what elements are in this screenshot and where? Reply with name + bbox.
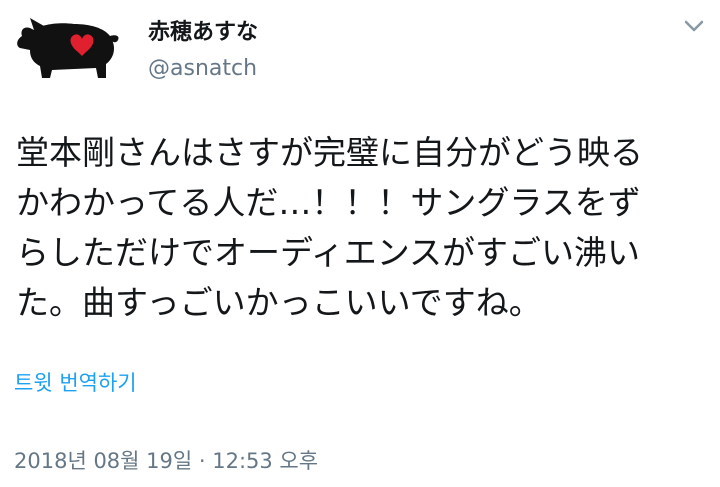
tweet-timestamp[interactable]: 2018년 08월 19일 · 12:53 오후 — [14, 447, 318, 475]
translate-tweet-link[interactable]: 트윗 번역하기 — [14, 369, 137, 397]
author-block: 赤穂あすな @asnatch — [148, 18, 258, 84]
user-handle[interactable]: @asnatch — [148, 54, 258, 84]
pig-heart-icon[interactable] — [12, 14, 124, 82]
display-name[interactable]: 赤穂あすな — [148, 18, 258, 48]
tweet-text: 堂本剛さんはさすが完璧に自分がどう映る かわかってる人だ…！！！サングラスをず … — [16, 133, 643, 322]
chevron-down-icon[interactable] — [680, 12, 708, 40]
tweet-card: 赤穂あすな @asnatch 堂本剛さんはさすが完璧に自分がどう映る かわかって… — [0, 0, 720, 487]
